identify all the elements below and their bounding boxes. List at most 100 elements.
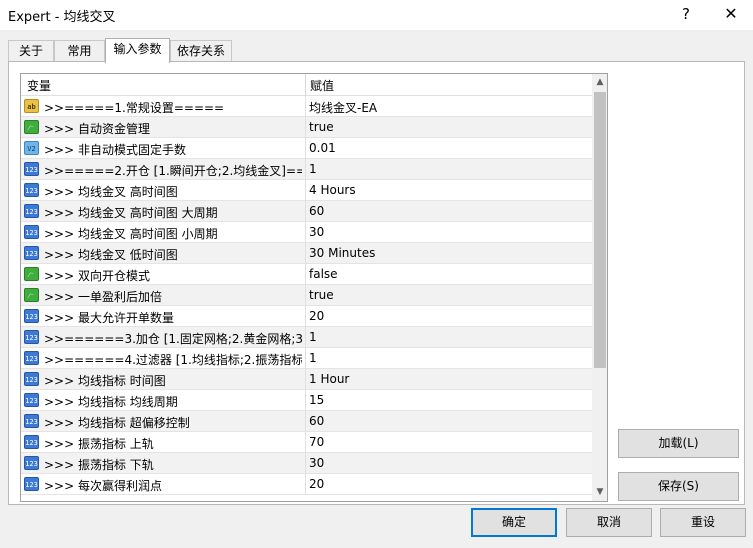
save-button[interactable]: 保存(S): [618, 472, 739, 501]
parameter-name: >>> 均线金叉 高时间图 大周期: [44, 206, 218, 220]
cell-separator: [305, 369, 306, 390]
parameter-row[interactable]: ⁄⁻ >>> 一单盈利后加倍 true: [21, 285, 592, 306]
cell-separator: [305, 411, 306, 432]
parameter-value[interactable]: 30: [309, 225, 324, 239]
cancel-button[interactable]: 取消: [566, 508, 652, 537]
integer-type-icon: 123: [24, 477, 39, 491]
column-header-value[interactable]: 赋值: [310, 77, 334, 94]
parameter-row[interactable]: 123 >>======4.过滤器 [1.均线指标;2.振荡指标;... 1: [21, 348, 592, 369]
string-type-icon: ab: [24, 99, 39, 113]
vertical-scrollbar[interactable]: ▲ ▼: [592, 74, 607, 501]
parameter-name: >>> 均线金叉 低时间图: [44, 248, 178, 262]
tab-about[interactable]: 关于: [8, 40, 54, 62]
parameter-name: >>> 均线指标 时间图: [44, 374, 166, 388]
integer-type-icon: 123: [24, 225, 39, 239]
parameter-value[interactable]: 30: [309, 456, 324, 470]
parameter-name: >>> 最大允许开单数量: [44, 311, 174, 325]
boolean-type-icon: ⁄⁻: [24, 288, 39, 302]
integer-type-icon: 123: [24, 330, 39, 344]
parameter-name: >>> 振荡指标 下轨: [44, 458, 154, 472]
parameter-value[interactable]: 15: [309, 393, 324, 407]
parameter-name: >>======4.过滤器 [1.均线指标;2.振荡指标;...: [44, 353, 302, 367]
parameter-row[interactable]: 123 >>=====2.开仓 [1.瞬间开仓;2.均线金叉]==... 1: [21, 159, 592, 180]
parameter-name: >>> 均线金叉 高时间图: [44, 185, 178, 199]
integer-type-icon: 123: [24, 351, 39, 365]
cell-separator: [305, 180, 306, 201]
integer-type-icon: 123: [24, 309, 39, 323]
parameter-value[interactable]: true: [309, 288, 334, 302]
parameter-row[interactable]: 123 >>> 最大允许开单数量 20: [21, 306, 592, 327]
parameter-value[interactable]: 4 Hours: [309, 183, 356, 197]
parameter-row[interactable]: 123 >>> 均线金叉 高时间图 4 Hours: [21, 180, 592, 201]
ok-button[interactable]: 确定: [471, 508, 557, 537]
tab-dependencies[interactable]: 依存关系: [170, 40, 232, 62]
parameter-row[interactable]: ⁄⁻ >>> 双向开仓模式 false: [21, 264, 592, 285]
parameter-row[interactable]: 123 >>> 均线指标 时间图 1 Hour: [21, 369, 592, 390]
parameter-name: >>=====1.常规设置=====: [44, 101, 225, 115]
cell-separator: [305, 243, 306, 264]
help-button[interactable]: ?: [664, 0, 708, 30]
tab-common[interactable]: 常用: [54, 40, 105, 62]
integer-type-icon: 123: [24, 393, 39, 407]
cell-separator: [305, 453, 306, 474]
parameter-name: >>> 均线金叉 高时间图 小周期: [44, 227, 218, 241]
tab-inputs[interactable]: 输入参数: [105, 38, 170, 63]
parameter-row[interactable]: 123 >>> 均线指标 均线周期 15: [21, 390, 592, 411]
parameter-name: >>> 双向开仓模式: [44, 269, 150, 283]
column-header-variable[interactable]: 变量: [27, 77, 51, 94]
reset-button[interactable]: 重设: [660, 508, 746, 537]
parameter-value[interactable]: 均线金叉-EA: [309, 99, 377, 116]
parameter-value[interactable]: false: [309, 267, 338, 281]
parameter-value[interactable]: true: [309, 120, 334, 134]
parameter-row[interactable]: 123 >>> 均线金叉 低时间图 30 Minutes: [21, 243, 592, 264]
integer-type-icon: 123: [24, 162, 39, 176]
parameter-value[interactable]: 20: [309, 309, 324, 323]
parameter-row[interactable]: 123 >>> 均线金叉 高时间图 小周期 30: [21, 222, 592, 243]
integer-type-icon: 123: [24, 435, 39, 449]
cell-separator: [305, 390, 306, 411]
parameter-value[interactable]: 1: [309, 330, 317, 344]
grid-header: 变量 赋值: [21, 74, 592, 96]
parameter-row[interactable]: 123 >>======3.加仓 [1.固定网格;2.黄金网格;3.?... 1: [21, 327, 592, 348]
integer-type-icon: 123: [24, 414, 39, 428]
boolean-type-icon: ⁄⁻: [24, 120, 39, 134]
parameter-name: >>> 自动资金管理: [44, 122, 150, 136]
cell-separator: [305, 222, 306, 243]
boolean-type-icon: ⁄⁻: [24, 267, 39, 281]
parameter-row[interactable]: 123 >>> 每次赢得利润点 20: [21, 474, 592, 495]
close-button[interactable]: ✕: [709, 0, 753, 30]
parameter-name: >>> 均线指标 超偏移控制: [44, 416, 190, 430]
parameter-value[interactable]: 1 Hour: [309, 372, 349, 386]
parameter-row[interactable]: 123 >>> 均线指标 超偏移控制 60: [21, 411, 592, 432]
scroll-down-icon[interactable]: ▼: [592, 484, 607, 501]
parameter-row[interactable]: 123 >>> 振荡指标 下轨 30: [21, 453, 592, 474]
cell-separator: [305, 138, 306, 159]
window-title: Expert - 均线交叉: [8, 10, 116, 25]
scroll-thumb[interactable]: [594, 92, 606, 368]
parameter-row[interactable]: ab >>=====1.常规设置===== 均线金叉-EA: [21, 96, 592, 117]
parameter-row[interactable]: ⁄⁻ >>> 自动资金管理 true: [21, 117, 592, 138]
parameter-row[interactable]: 123 >>> 振荡指标 上轨 70: [21, 432, 592, 453]
title-bar: Expert - 均线交叉 ? ✕: [0, 0, 753, 30]
parameter-value[interactable]: 60: [309, 204, 324, 218]
parameter-value[interactable]: 1: [309, 162, 317, 176]
cell-separator: [305, 159, 306, 180]
column-separator[interactable]: [305, 74, 306, 96]
parameter-value[interactable]: 20: [309, 477, 324, 491]
parameter-name: >>> 每次赢得利润点: [44, 479, 162, 493]
parameter-rows: ab >>=====1.常规设置===== 均线金叉-EA ⁄⁻ >>> 自动资金管理 t…: [21, 96, 592, 495]
parameter-row[interactable]: V2 >>> 非自动模式固定手数 0.01: [21, 138, 592, 159]
parameter-value[interactable]: 0.01: [309, 141, 336, 155]
cell-separator: [305, 306, 306, 327]
parameter-value[interactable]: 60: [309, 414, 324, 428]
integer-type-icon: 123: [24, 183, 39, 197]
parameter-name: >>=====2.开仓 [1.瞬间开仓;2.均线金叉]==...: [44, 164, 302, 178]
load-button[interactable]: 加载(L): [618, 429, 739, 458]
integer-type-icon: 123: [24, 372, 39, 386]
parameter-row[interactable]: 123 >>> 均线金叉 高时间图 大周期 60: [21, 201, 592, 222]
cell-separator: [305, 264, 306, 285]
parameter-value[interactable]: 70: [309, 435, 324, 449]
scroll-up-icon[interactable]: ▲: [592, 74, 607, 91]
parameter-value[interactable]: 1: [309, 351, 317, 365]
parameter-value[interactable]: 30 Minutes: [309, 246, 375, 260]
